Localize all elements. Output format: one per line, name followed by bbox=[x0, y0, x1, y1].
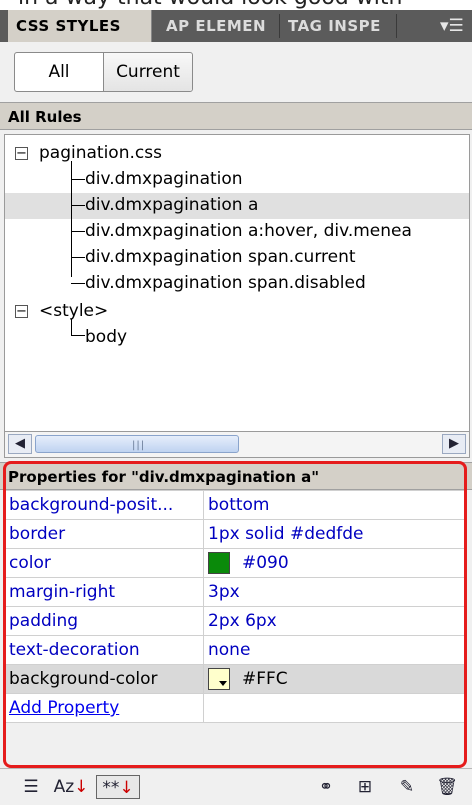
mode-toggle-row: All Current bbox=[0, 42, 472, 102]
property-value-color[interactable]: #FFC bbox=[203, 664, 466, 694]
rule-item[interactable]: div.dmxpagination span.current bbox=[85, 244, 356, 270]
property-value[interactable]: 1px solid #dedfde bbox=[203, 519, 466, 549]
tab-separator bbox=[396, 14, 397, 38]
mode-toggle: All Current bbox=[14, 52, 193, 92]
property-name[interactable]: margin-right bbox=[4, 577, 204, 607]
rule-item[interactable]: div.dmxpagination a:hover, div.menea bbox=[85, 218, 412, 244]
scroll-thumb[interactable]: ||| bbox=[35, 435, 239, 453]
property-value[interactable]: 3px bbox=[203, 577, 466, 607]
properties-table: background-posit... bottom border 1px so… bbox=[4, 490, 466, 723]
current-mode-button[interactable]: Current bbox=[104, 53, 192, 91]
tree-branch bbox=[71, 335, 85, 336]
tree-branch bbox=[71, 179, 85, 180]
all-mode-button[interactable]: All bbox=[15, 53, 104, 91]
set-only-label: ** bbox=[102, 778, 120, 798]
category-list-icon[interactable]: ☰ bbox=[16, 775, 46, 799]
scroll-left-icon[interactable]: ◀ bbox=[8, 434, 32, 454]
property-name[interactable]: background-posit... bbox=[4, 490, 204, 520]
tree-branch bbox=[71, 231, 85, 232]
tree-branch bbox=[71, 283, 85, 284]
tree-branch bbox=[71, 257, 85, 258]
grip-icon: ||| bbox=[132, 440, 146, 451]
background-document-strip: in a way that would look good with bbox=[0, 0, 472, 10]
empty-value-cell bbox=[203, 693, 466, 723]
collapse-icon[interactable]: − bbox=[15, 147, 28, 160]
trash-icon[interactable]: 🗑 bbox=[432, 775, 462, 799]
rule-item[interactable]: div.dmxpagination span.disabled bbox=[85, 270, 366, 296]
collapse-icon[interactable]: − bbox=[15, 305, 28, 318]
tab-css-styles[interactable]: CSS STYLES bbox=[8, 10, 152, 42]
property-row[interactable]: color #090 bbox=[4, 548, 466, 578]
show-set-properties-button[interactable]: **↓ bbox=[96, 775, 140, 799]
horizontal-scrollbar[interactable]: ◀ ||| ▶ bbox=[4, 432, 470, 458]
properties-heading: Properties for "div.dmxpagination a" bbox=[0, 462, 472, 490]
rules-tree[interactable]: − pagination.css div.dmxpagination div.d… bbox=[4, 134, 470, 432]
add-property-link[interactable]: Add Property bbox=[9, 698, 119, 718]
tab-tag-inspector[interactable]: TAG INSPE bbox=[282, 10, 394, 42]
stylesheet-pagination-css[interactable]: pagination.css bbox=[39, 140, 162, 166]
color-value-text: #FFC bbox=[242, 669, 288, 689]
property-value[interactable]: bottom bbox=[203, 490, 466, 520]
scroll-right-icon[interactable]: ▶ bbox=[442, 434, 466, 454]
property-row[interactable]: border 1px solid #dedfde bbox=[4, 519, 466, 549]
panel-options-menu-icon[interactable]: ▾☰ bbox=[440, 17, 464, 35]
new-rule-icon[interactable]: ⊞ bbox=[350, 775, 380, 799]
all-rules-heading: All Rules bbox=[0, 102, 472, 130]
tab-separator bbox=[279, 14, 280, 38]
pencil-icon[interactable]: ✎ bbox=[392, 775, 422, 799]
property-row[interactable]: padding 2px 6px bbox=[4, 606, 466, 636]
tree-branch bbox=[71, 205, 85, 206]
property-row-selected[interactable]: background-color #FFC bbox=[4, 664, 466, 694]
property-value[interactable]: 2px 6px bbox=[203, 606, 466, 636]
property-value-color[interactable]: #090 bbox=[203, 548, 466, 578]
sort-az-button[interactable]: Az↓ bbox=[50, 775, 92, 799]
panel-tab-bar: CSS STYLES AP ELEMEN TAG INSPE ▾☰ bbox=[0, 10, 472, 42]
tree-connector bbox=[71, 319, 72, 335]
arrow-down-icon: ↓ bbox=[119, 778, 134, 798]
az-label: Az bbox=[53, 777, 75, 797]
property-name[interactable]: text-decoration bbox=[4, 635, 204, 665]
color-value-text: #090 bbox=[242, 553, 289, 573]
background-text: in a way that would look good with bbox=[18, 0, 402, 10]
rule-item[interactable]: body bbox=[85, 324, 127, 350]
add-property-cell[interactable]: Add Property bbox=[4, 693, 204, 723]
add-property-row[interactable]: Add Property bbox=[4, 693, 466, 723]
color-picker-button[interactable] bbox=[208, 668, 230, 690]
link-icon[interactable]: ⚭ bbox=[310, 775, 342, 799]
property-name[interactable]: color bbox=[4, 548, 204, 578]
property-row[interactable]: margin-right 3px bbox=[4, 577, 466, 607]
bottom-toolbar: ☰ Az↓ **↓ ⚭ ⊞ ✎ 🗑 bbox=[0, 768, 472, 805]
rule-item[interactable]: div.dmxpagination bbox=[85, 166, 243, 192]
property-name[interactable]: background-color bbox=[4, 664, 204, 694]
arrow-down-icon: ↓ bbox=[74, 777, 89, 797]
color-swatch[interactable] bbox=[208, 552, 230, 574]
property-name[interactable]: border bbox=[4, 519, 204, 549]
rule-item-selected[interactable]: div.dmxpagination a bbox=[85, 192, 258, 218]
stylesheet-inline-style[interactable]: <style> bbox=[39, 298, 108, 324]
property-value[interactable]: none bbox=[203, 635, 466, 665]
tab-ap-elements[interactable]: AP ELEMEN bbox=[160, 10, 278, 42]
property-row[interactable]: text-decoration none bbox=[4, 635, 466, 665]
property-row[interactable]: background-posit... bottom bbox=[4, 490, 466, 520]
property-name[interactable]: padding bbox=[4, 606, 204, 636]
